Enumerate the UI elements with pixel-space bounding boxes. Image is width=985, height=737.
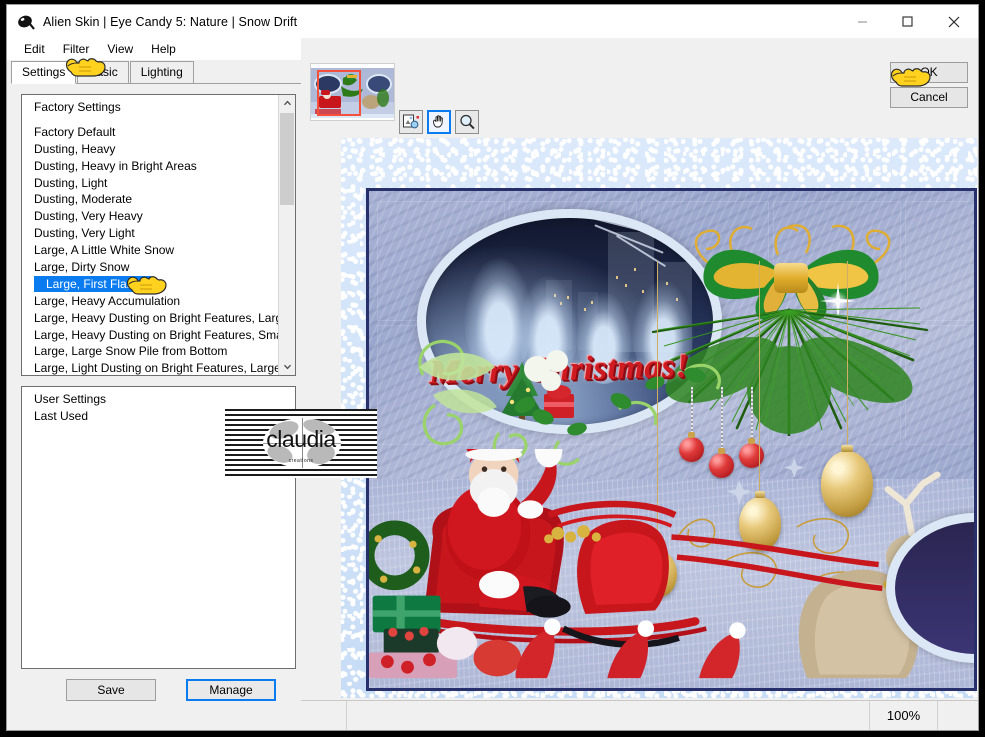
status-segment-message (347, 701, 870, 730)
status-segment-right (938, 701, 978, 730)
settings-panel: Factory Settings Factory Default Dusting… (11, 84, 301, 703)
artwork-wall: Merry Christmas! (369, 191, 974, 688)
list-header-factory-settings: Factory Settings (34, 100, 121, 114)
status-bar: 100% (301, 700, 978, 730)
menu-item-edit[interactable]: Edit (15, 40, 54, 58)
list-item[interactable]: Dusting, Moderate (22, 191, 278, 208)
tab-lighting[interactable]: Lighting (129, 61, 194, 84)
artwork-santa-sleigh-scene (369, 449, 965, 679)
list-item[interactable]: Dusting, Very Light (22, 225, 278, 242)
list-item[interactable]: Dusting, Heavy in Bright Areas (22, 158, 278, 175)
menu-item-filter[interactable]: Filter (54, 40, 99, 58)
dialog-actions: OK Cancel (890, 62, 968, 112)
factory-list-scrollbar[interactable] (278, 95, 295, 375)
preview-compare-icon[interactable] (399, 110, 423, 134)
preview-canvas[interactable]: Merry Christmas! (366, 188, 977, 691)
close-button[interactable] (930, 5, 978, 38)
cancel-button[interactable]: Cancel (890, 87, 968, 108)
save-button[interactable]: Save (66, 679, 156, 701)
list-item[interactable]: Large, A Little White Snow (22, 242, 278, 259)
tab-settings[interactable]: Settings (11, 61, 77, 84)
list-item[interactable]: Dusting, Heavy (22, 141, 278, 158)
list-header-user-settings: User Settings (34, 392, 107, 406)
maximize-button[interactable] (885, 5, 930, 38)
list-item-selected-wrapper: Large, First Flakes (22, 275, 278, 293)
list-item[interactable]: Factory Default (22, 124, 278, 141)
preview-region: OK Cancel Christmas! 100% (301, 38, 978, 730)
list-item[interactable]: Dusting, Very Heavy (22, 208, 278, 225)
navigator-viewport-rect[interactable] (317, 70, 361, 116)
factory-settings-items: Factory Settings Factory Default Dusting… (22, 95, 278, 375)
list-item[interactable]: Large, Heavy Dusting on Bright Features,… (22, 310, 278, 327)
zoom-magnifier-icon[interactable] (455, 110, 479, 134)
list-item[interactable]: Large, Light Dusting on Bright Features,… (22, 360, 278, 375)
navigator-thumbnail[interactable] (310, 63, 395, 121)
menu-item-help[interactable]: Help (142, 40, 185, 58)
tab-strip: Settings Basic Lighting (11, 61, 301, 84)
minimize-button[interactable] (840, 5, 885, 38)
chevron-up-icon[interactable] (279, 95, 295, 112)
tab-basic[interactable]: Basic (77, 61, 129, 84)
eye-candy-dialog: Alien Skin | Eye Candy 5: Nature | Snow … (6, 4, 979, 731)
list-item[interactable]: Dusting, Light (22, 175, 278, 192)
settings-actions: Save Manage (11, 679, 301, 703)
list-item[interactable]: Large, Large Snow Pile from Bottom (22, 343, 278, 360)
watermark-text: claudia (266, 426, 336, 452)
menu-item-view[interactable]: View (98, 40, 142, 58)
list-item-selected[interactable]: Large, First Flakes (34, 275, 152, 292)
preview-toolbar (399, 110, 479, 134)
window-controls (840, 5, 978, 38)
alien-skin-icon (15, 11, 37, 33)
zoom-level-indicator: 100% (870, 701, 938, 730)
list-item[interactable]: Large, Heavy Dusting on Bright Features,… (22, 327, 278, 344)
pan-hand-icon[interactable] (427, 110, 451, 134)
manage-button[interactable]: Manage (186, 679, 276, 701)
title-bar: Alien Skin | Eye Candy 5: Nature | Snow … (7, 5, 978, 38)
list-item[interactable]: Large, Dirty Snow (22, 259, 278, 276)
claudia-watermark: claudia creations (225, 409, 377, 478)
watermark-subtext: creations (288, 458, 314, 464)
artwork-bead-string (751, 387, 753, 445)
ok-button[interactable]: OK (890, 62, 968, 83)
chevron-down-icon[interactable] (279, 358, 295, 375)
status-segment-left (301, 701, 347, 730)
artwork-ornament-line (847, 261, 848, 451)
list-item[interactable]: Large, Heavy Accumulation (22, 293, 278, 310)
artwork-bead-string (721, 387, 723, 455)
scrollbar-thumb[interactable] (280, 113, 294, 205)
window-title: Alien Skin | Eye Candy 5: Nature | Snow … (43, 14, 298, 29)
factory-settings-list[interactable]: Factory Settings Factory Default Dusting… (21, 94, 296, 376)
